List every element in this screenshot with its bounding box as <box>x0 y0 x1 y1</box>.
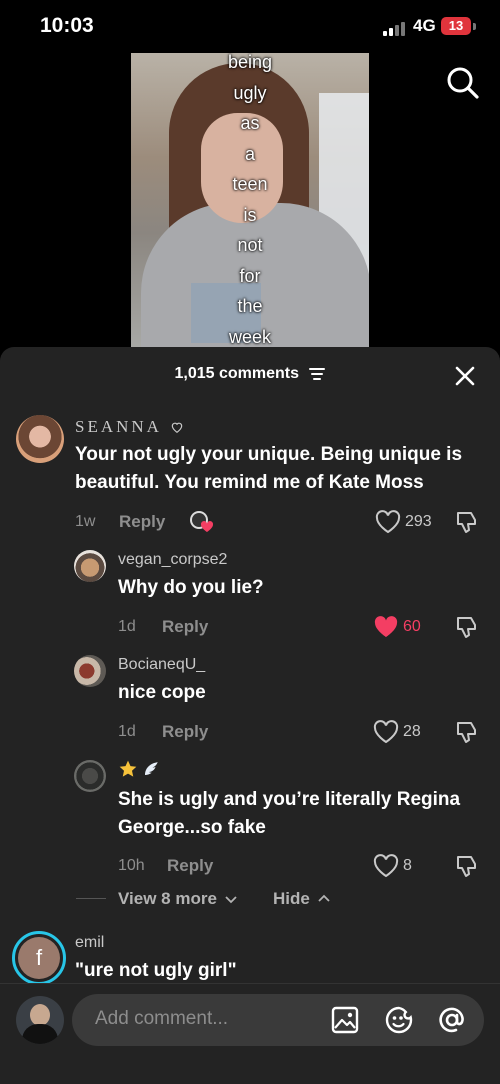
network-label: 4G <box>413 16 436 35</box>
username-text: SEANNA <box>75 417 162 436</box>
video-caption-overlay: being ugly as a teen is not for the week <box>131 53 369 352</box>
comments-header: 1,015 comments <box>0 365 500 383</box>
comment-time: 1w <box>75 513 96 530</box>
reply-username[interactable] <box>118 759 160 781</box>
reply-time: 10h <box>118 857 145 874</box>
chevron-down-icon <box>225 896 237 904</box>
reply-button[interactable]: Reply <box>162 722 208 742</box>
overlay-word: for <box>239 265 261 286</box>
reply-text: She is ugly and you’re literally Regina … <box>118 789 461 838</box>
avatar[interactable] <box>74 760 106 792</box>
dislike-icon[interactable] <box>454 614 480 640</box>
like-count: 8 <box>403 857 412 874</box>
overlay-word: not <box>237 235 263 255</box>
close-icon[interactable] <box>452 363 478 389</box>
heart-outline-icon[interactable] <box>373 854 399 878</box>
search-icon[interactable] <box>446 66 480 100</box>
comments-count: 1,015 comments <box>174 365 300 382</box>
reply-time: 1d <box>118 618 136 635</box>
battery-cap <box>473 23 476 30</box>
reply-text: nice cope <box>118 682 206 703</box>
avatar-figure <box>30 1004 50 1026</box>
mention-icon[interactable] <box>437 1005 467 1035</box>
my-avatar[interactable] <box>16 996 64 1044</box>
overlay-word: being <box>227 53 273 72</box>
avatar-letter-circle: f <box>18 937 60 979</box>
reply-button[interactable]: Reply <box>119 512 165 532</box>
heart-filled-icon[interactable] <box>373 615 399 639</box>
overlay-word: as <box>240 113 260 133</box>
emoji-sticker-icon[interactable] <box>384 1005 414 1035</box>
reply-time: 1d <box>118 723 136 740</box>
status-bar: 10:03 4G 13 <box>0 0 500 52</box>
like-count: 28 <box>403 723 421 740</box>
hide-replies-button[interactable]: Hide <box>273 889 330 909</box>
dislike-icon[interactable] <box>454 853 480 879</box>
comment-composer: Add comment... <box>0 983 500 1084</box>
overlay-word: the <box>237 296 263 316</box>
like-count: 293 <box>405 513 432 530</box>
comment-input-placeholder: Add comment... <box>95 1008 229 1029</box>
hide-label: Hide <box>273 889 310 908</box>
video-thumbnail[interactable]: being ugly as a teen is not for the week <box>131 53 369 353</box>
overlay-word: a <box>244 143 255 164</box>
sort-filter-icon[interactable] <box>309 367 326 380</box>
heart-outline-icon[interactable] <box>373 720 399 744</box>
avatar-suit <box>22 1024 58 1044</box>
wing-icon <box>145 762 159 775</box>
battery-icon: 13 <box>441 17 471 35</box>
reply-button[interactable]: Reply <box>167 856 213 876</box>
comment-username[interactable]: emil <box>75 934 104 952</box>
comments-sheet: 1,015 comments SEANNA Your not ugly your… <box>0 347 500 1083</box>
reply-username[interactable]: BocianeqU_ <box>118 656 205 674</box>
avatar[interactable]: f <box>12 931 66 985</box>
view-more-replies-button[interactable]: View 8 more <box>118 889 237 909</box>
star-icon <box>119 760 137 777</box>
avatar[interactable] <box>16 415 64 463</box>
overlay-word: is <box>243 204 257 225</box>
avatar[interactable] <box>74 655 106 687</box>
comment-username[interactable]: SEANNA <box>75 417 184 437</box>
heart-outline-icon[interactable] <box>375 510 401 534</box>
dislike-icon[interactable] <box>454 509 480 535</box>
reply-username[interactable]: vegan_corpse2 <box>118 551 227 569</box>
image-icon[interactable] <box>331 1006 359 1034</box>
like-count: 60 <box>403 618 421 635</box>
status-time: 10:03 <box>40 14 94 37</box>
overlay-word: teen <box>232 174 268 194</box>
thread-divider <box>76 898 106 899</box>
signal-icon <box>383 20 409 36</box>
creator-liked-badge-icon <box>188 509 214 535</box>
dislike-icon[interactable] <box>454 719 480 745</box>
chevron-up-icon <box>317 894 330 902</box>
comment-input[interactable]: Add comment... <box>72 994 484 1046</box>
comment-text: Your not ugly your unique. Being unique … <box>75 444 463 493</box>
avatar[interactable] <box>74 550 106 582</box>
reply-text: Why do you lie? <box>118 577 264 598</box>
overlay-word: ugly <box>233 82 267 103</box>
view-more-label: View 8 more <box>118 889 217 908</box>
heart-outline-icon <box>172 422 183 433</box>
comment-text: "ure not ugly girl" <box>75 960 237 981</box>
reply-button[interactable]: Reply <box>162 617 208 637</box>
